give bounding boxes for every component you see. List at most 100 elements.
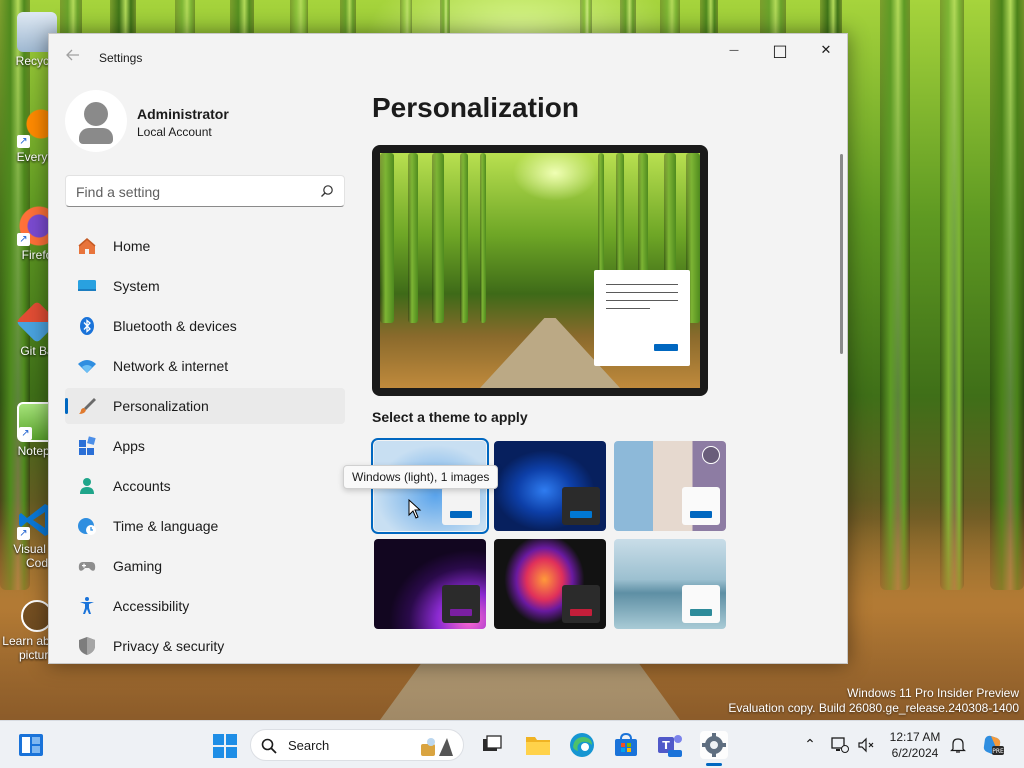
shortcut-arrow-icon: ↗ [17,527,30,540]
theme-preview [372,145,708,396]
theme-accent-bar [570,609,592,616]
windows-logo-icon [213,734,237,758]
scrollbar[interactable] [840,154,843,354]
taskbar: Search T ⌃ 12:17 AM 6/2/2024 PRE [0,720,1024,768]
volume-muted-icon [858,737,874,753]
widgets-icon [19,734,43,756]
find-setting-search[interactable] [65,175,345,207]
account-profile[interactable]: Administrator Local Account [65,90,365,156]
sidebar-item-gaming[interactable]: Gaming [65,548,345,584]
sidebar-item-label: System [113,278,160,294]
preview-bamboo-stalk [460,153,468,323]
title-bar[interactable]: Settings — □ ✕ [49,34,847,82]
theme-windows-dark[interactable] [494,441,606,531]
sidebar-item-label: Accessibility [113,598,190,614]
theme-tooltip: Windows (light), 1 images [343,465,499,489]
theme-accent-bar [450,511,472,518]
maximize-icon: □ [772,40,788,60]
theme-chip [442,487,480,525]
profile-account-type: Local Account [137,125,212,139]
preview-bamboo-stalk [380,153,394,323]
theme-captured-motion[interactable] [494,539,606,629]
settings-window: Settings — □ ✕ Administrator Local Accou… [48,33,848,664]
sidebar-item-privacy-security[interactable]: Privacy & security [65,628,345,663]
notification-bell-icon [950,738,966,753]
sidebar-item-label: Bluetooth & devices [113,318,237,334]
search-input[interactable] [76,182,306,202]
theme-chip [562,585,600,623]
page-title: Personalization [372,92,579,123]
task-view-button[interactable] [478,731,506,759]
theme-chip [682,585,720,623]
sidebar-nav: Home System Bluetooth & devices Network … [65,228,345,663]
sidebar-item-system[interactable]: System [65,268,345,304]
taskbar-search[interactable]: Search [250,729,464,761]
start-button[interactable] [212,733,238,759]
copilot-icon: PRE [983,735,1004,755]
avatar [65,90,127,152]
search-highlight-icon [421,738,453,756]
globe-clock-icon [77,516,97,536]
sidebar-item-label: Gaming [113,558,163,574]
back-button[interactable] [61,48,85,68]
sidebar-item-personalization[interactable]: Personalization [65,388,345,424]
store-button[interactable] [612,731,640,759]
preview-bamboo-stalk [432,153,444,323]
sidebar-item-label: Time & language [113,518,219,534]
preview-bamboo-stalk [408,153,418,323]
network-disconnected-icon [831,737,849,753]
sidebar-item-accounts[interactable]: Accounts [65,468,345,504]
theme-spotlight[interactable] [614,441,726,531]
file-explorer-button[interactable] [524,731,552,759]
teams-button[interactable]: T [656,731,684,759]
sidebar-item-label: Apps [113,438,145,454]
theme-flow[interactable] [614,539,726,629]
theme-accent-bar [570,511,592,518]
sidebar-item-bluetooth[interactable]: Bluetooth & devices [65,308,345,344]
sidebar-item-accessibility[interactable]: Accessibility [65,588,345,624]
teams-icon: T [658,735,682,757]
taskbar-clock[interactable]: 12:17 AM 6/2/2024 [883,729,947,761]
minimize-button[interactable]: — [711,34,757,66]
theme-glow[interactable] [374,539,486,629]
theme-accent-bar [690,609,712,616]
brush-icon [77,396,97,416]
active-app-indicator [706,763,722,766]
sidebar-item-time-language[interactable]: Time & language [65,508,345,544]
network-tray-button[interactable] [830,735,850,755]
home-icon [77,236,97,256]
sidebar-item-apps[interactable]: Apps [65,428,345,464]
sidebar-item-network[interactable]: Network & internet [65,348,345,384]
wifi-icon [77,356,97,376]
shortcut-arrow-icon: ↗ [17,233,30,246]
svg-text:PRE: PRE [992,748,1004,755]
edge-button[interactable] [568,731,596,759]
close-button[interactable]: ✕ [803,34,847,66]
theme-chip [442,585,480,623]
window-title: Settings [99,51,143,65]
themes-section-label: Select a theme to apply [372,409,528,425]
preview-accent-button [654,344,678,351]
widgets-button[interactable] [18,733,44,757]
gamepad-icon [77,556,97,576]
volume-tray-button[interactable] [856,735,876,755]
sidebar-item-label: Home [113,238,151,254]
clock-time: 12:17 AM [889,730,941,744]
show-hidden-icons-button[interactable]: ⌃ [800,735,820,755]
main-content: Personalization Select a theme to apply [371,82,842,663]
copilot-button[interactable]: PRE [981,733,1005,757]
bluetooth-icon [77,316,97,336]
preview-window-sample [594,270,690,366]
sidebar-item-label: Personalization [113,398,209,414]
shield-icon [77,636,97,656]
edge-icon [570,733,594,757]
search-icon [321,185,333,197]
sidebar-item-label: Network & internet [113,358,229,374]
maximize-button[interactable]: □ [757,34,803,66]
sidebar-item-home[interactable]: Home [65,228,345,264]
system-icon [77,276,97,296]
preview-bamboo-stalk [480,153,486,323]
settings-taskbar-button[interactable] [700,731,728,759]
sidebar-item-label: Privacy & security [113,638,225,654]
notifications-button[interactable] [948,735,968,755]
